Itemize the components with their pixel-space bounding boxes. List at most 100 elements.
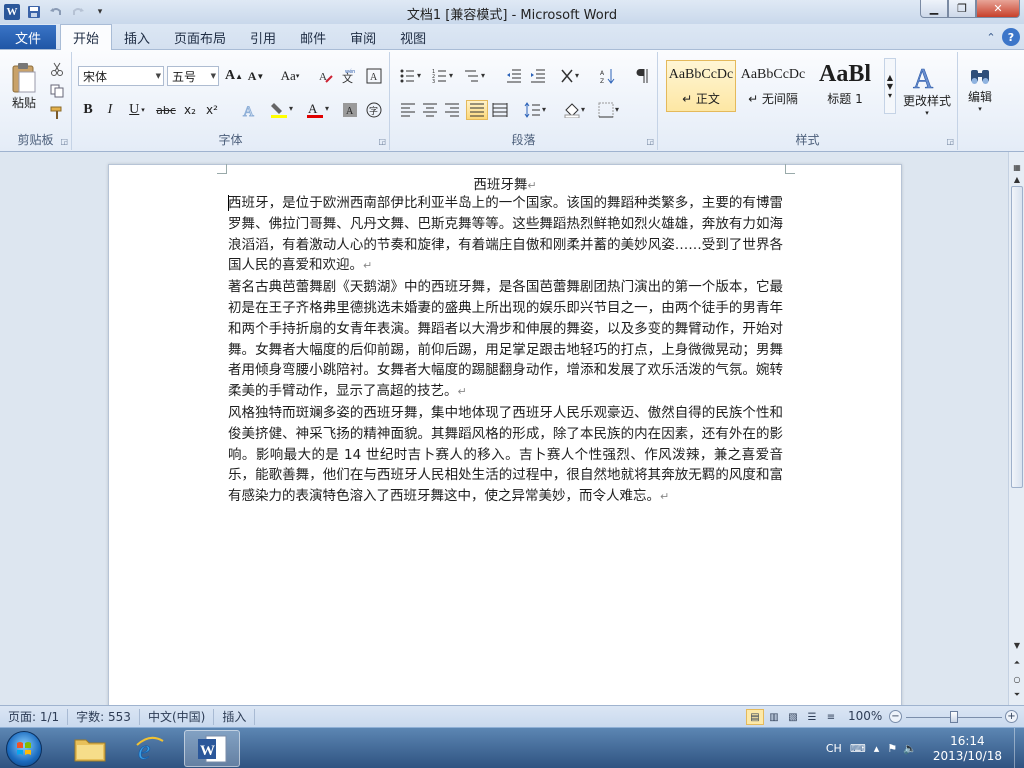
- bullets-icon[interactable]: ▾: [398, 66, 426, 86]
- strikethrough-button[interactable]: abc: [154, 100, 178, 120]
- flag-icon[interactable]: ⚑: [887, 742, 897, 755]
- character-shading-icon[interactable]: A: [340, 100, 360, 120]
- previous-page-icon[interactable]: ⏶: [1010, 656, 1024, 670]
- word-app-icon[interactable]: W: [2, 2, 22, 22]
- font-size-combo[interactable]: 五号 ▼: [167, 66, 219, 86]
- character-border-icon[interactable]: A: [364, 66, 384, 86]
- grow-font-button[interactable]: A ▲: [224, 66, 244, 86]
- tab-home[interactable]: 开始: [60, 24, 113, 50]
- paste-button[interactable]: 粘贴: [6, 56, 42, 116]
- volume-icon[interactable]: 🔈: [903, 742, 917, 755]
- shading-icon[interactable]: ▾: [562, 100, 590, 120]
- editing-button[interactable]: 编辑 ▾: [960, 56, 1000, 122]
- minimize-button[interactable]: ▁: [920, 0, 948, 18]
- redo-icon[interactable]: [68, 2, 88, 22]
- undo-icon[interactable]: [46, 2, 66, 22]
- web-layout-icon[interactable]: ▧: [784, 709, 802, 725]
- italic-button[interactable]: I: [100, 100, 120, 120]
- clear-formatting-icon[interactable]: A: [316, 66, 336, 86]
- show-formatting-marks-icon[interactable]: [632, 66, 652, 86]
- tab-view[interactable]: 视图: [388, 25, 438, 49]
- vertical-scrollbar[interactable]: ▦ ▲ ▼ ⏶ ○ ⏷: [1008, 152, 1024, 705]
- enclose-characters-icon[interactable]: 字: [364, 100, 384, 120]
- align-right-icon[interactable]: [442, 100, 462, 120]
- clipboard-launcher-icon[interactable]: ◲: [60, 137, 68, 146]
- format-painter-icon[interactable]: [48, 104, 66, 122]
- clock[interactable]: 16:14 2013/10/18: [933, 734, 1002, 764]
- select-browse-object-icon[interactable]: ○: [1010, 672, 1024, 686]
- align-center-icon[interactable]: [420, 100, 440, 120]
- collapse-ribbon-icon[interactable]: ⌃: [982, 28, 1000, 46]
- subscript-button[interactable]: x₂: [180, 100, 200, 120]
- font-launcher-icon[interactable]: ◲: [378, 137, 386, 146]
- save-icon[interactable]: [24, 2, 44, 22]
- paragraph[interactable]: 西班牙，是位于欧洲西南部伊比利亚半岛上的一个国家。该国的舞蹈种类繁多，主要的有博…: [228, 193, 783, 277]
- sort-icon[interactable]: AZ: [598, 66, 618, 86]
- multilevel-list-icon[interactable]: ▾: [462, 66, 490, 86]
- underline-button[interactable]: U ▾: [124, 100, 150, 120]
- increase-indent-icon[interactable]: [528, 66, 548, 86]
- font-name-combo[interactable]: 宋体 ▼: [78, 66, 164, 86]
- change-case-button[interactable]: Aa ▾: [276, 66, 304, 86]
- page-count[interactable]: 页面: 1/1: [0, 708, 69, 725]
- distributed-icon[interactable]: [490, 100, 510, 120]
- shrink-font-button[interactable]: A ▼: [246, 66, 266, 86]
- paragraph-launcher-icon[interactable]: ◲: [646, 137, 654, 146]
- document-heading[interactable]: 西班牙舞↵: [109, 173, 901, 193]
- full-screen-reading-icon[interactable]: ▥: [765, 709, 783, 725]
- tab-file[interactable]: 文件: [0, 25, 56, 49]
- font-color-icon[interactable]: A ▾: [304, 100, 334, 120]
- language-status[interactable]: 中文(中国): [140, 708, 215, 725]
- help-icon[interactable]: ?: [1002, 28, 1020, 46]
- keyboard-icon[interactable]: ⌨: [850, 742, 866, 755]
- numbering-icon[interactable]: 1 2 3 ▾: [430, 66, 458, 86]
- tab-references[interactable]: 引用: [238, 25, 288, 49]
- taskbar-word[interactable]: W: [184, 730, 240, 767]
- zoom-out-icon[interactable]: −: [889, 710, 902, 723]
- phonetic-guide-icon[interactable]: 文 wén: [340, 66, 360, 86]
- justify-button[interactable]: [466, 100, 488, 120]
- customize-qat-icon[interactable]: ▾: [90, 2, 110, 22]
- scroll-down-icon[interactable]: ▼: [887, 82, 893, 91]
- change-styles-button[interactable]: A 更改样式 ▾: [900, 56, 954, 122]
- document-page[interactable]: 西班牙舞↵ 西班牙，是位于欧洲西南部伊比利亚半岛上的一个国家。该国的舞蹈种类繁多…: [108, 164, 902, 705]
- paragraph[interactable]: 著名古典芭蕾舞剧《天鹅湖》中的西班牙舞，是各国芭蕾舞剧团热门演出的第一个版本，它…: [228, 277, 783, 403]
- borders-icon[interactable]: ▾: [596, 100, 624, 120]
- style-heading-1[interactable]: AaBl 标题 1: [810, 60, 880, 112]
- taskbar-internet-explorer[interactable]: e: [122, 730, 178, 767]
- style-no-spacing[interactable]: AaBbCcDc ↵ 无间隔: [738, 60, 808, 112]
- styles-launcher-icon[interactable]: ◲: [946, 137, 954, 146]
- line-spacing-icon[interactable]: ▾: [522, 100, 550, 120]
- copy-icon[interactable]: [48, 82, 66, 100]
- draft-icon[interactable]: ≡: [822, 709, 840, 725]
- taskbar-explorer[interactable]: [62, 730, 118, 767]
- style-normal[interactable]: AaBbCcDc ↵ 正文: [666, 60, 736, 112]
- chinese-layout-icon[interactable]: ▾: [558, 66, 586, 86]
- print-layout-icon[interactable]: ▤: [746, 709, 764, 725]
- tab-insert[interactable]: 插入: [112, 25, 162, 49]
- network-icon[interactable]: ▴: [874, 742, 880, 755]
- outline-icon[interactable]: ☰: [803, 709, 821, 725]
- scroll-down-icon[interactable]: ▼: [1010, 638, 1024, 652]
- ime-indicator[interactable]: CH: [826, 742, 842, 755]
- superscript-button[interactable]: x²: [202, 100, 222, 120]
- scroll-up-icon[interactable]: ▲: [1010, 172, 1024, 186]
- tab-page-layout[interactable]: 页面布局: [162, 25, 238, 49]
- highlight-icon[interactable]: ▾: [268, 100, 298, 120]
- text-effects-icon[interactable]: A: [236, 100, 264, 120]
- tab-review[interactable]: 审阅: [338, 25, 388, 49]
- word-count[interactable]: 字数: 553: [68, 708, 140, 725]
- document-body[interactable]: 西班牙，是位于欧洲西南部伊比利亚半岛上的一个国家。该国的舞蹈种类繁多，主要的有博…: [228, 193, 783, 508]
- restore-button[interactable]: ❐: [948, 0, 976, 18]
- start-button[interactable]: [6, 731, 42, 767]
- scroll-up-icon[interactable]: ▲: [887, 73, 893, 82]
- more-styles-icon[interactable]: ▾: [888, 91, 892, 100]
- document-canvas[interactable]: 西班牙舞↵ 西班牙，是位于欧洲西南部伊比利亚半岛上的一个国家。该国的舞蹈种类繁多…: [0, 152, 1008, 705]
- zoom-level[interactable]: 100%: [848, 709, 882, 723]
- styles-scroll[interactable]: ▲ ▼ ▾: [884, 58, 896, 114]
- align-left-icon[interactable]: [398, 100, 418, 120]
- close-button[interactable]: ✕: [976, 0, 1020, 18]
- next-page-icon[interactable]: ⏷: [1010, 688, 1024, 702]
- show-desktop-button[interactable]: [1014, 728, 1024, 768]
- zoom-in-icon[interactable]: +: [1005, 710, 1018, 723]
